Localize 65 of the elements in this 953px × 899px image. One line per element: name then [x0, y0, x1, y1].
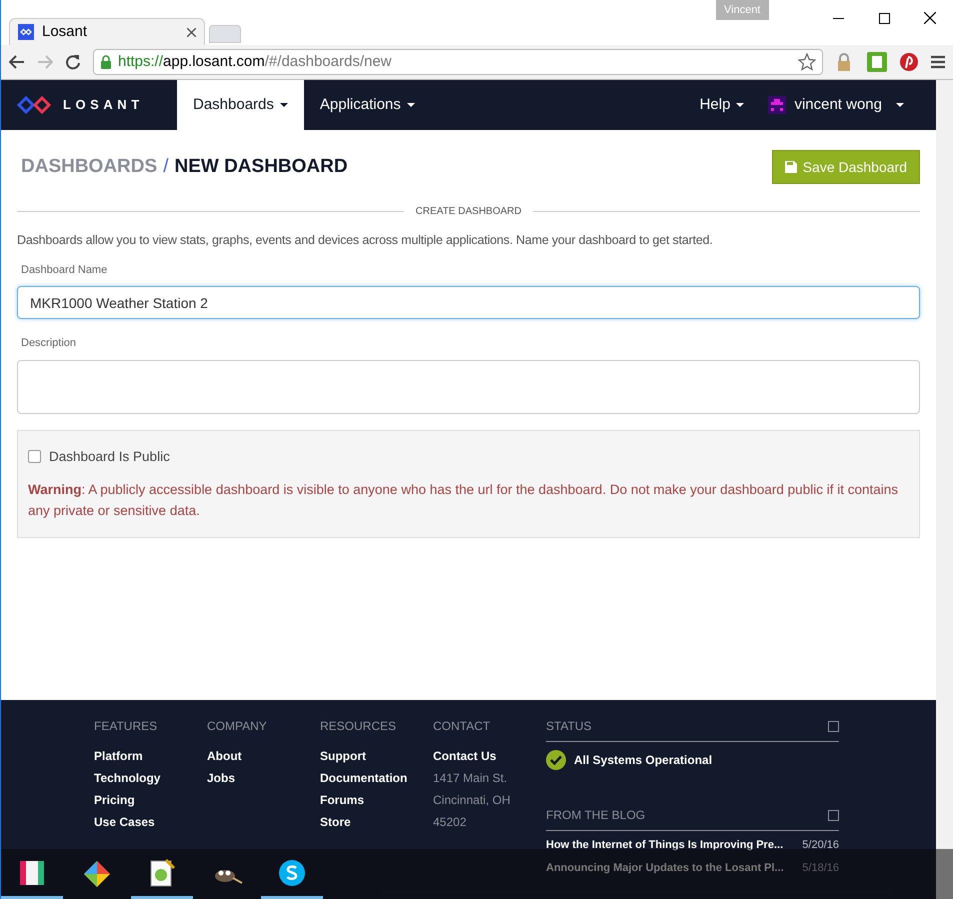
warning-text: Warning: A publicly accessible dashboard is visible to anyone who has the url for the dashboard. Do not make your dashboard public if it contains any private or sensitive data. — [28, 481, 899, 520]
breadcrumb-separator: / — [163, 154, 168, 179]
user-avatar-icon — [768, 96, 786, 114]
footer-heading: FEATURES — [94, 718, 158, 735]
nav-menu[interactable]: Dashboards — [177, 80, 304, 130]
field-label: Description — [20, 336, 78, 352]
footer-heading: COMPANY — [207, 718, 268, 735]
tab-favicon-icon — [18, 24, 34, 40]
scrollbar[interactable] — [936, 80, 953, 899]
status-message: All Systems Operational — [574, 752, 712, 769]
footer-link[interactable]: Platform — [94, 747, 207, 769]
caret-icon — [280, 103, 288, 107]
field-label: Dashboard Name — [20, 262, 108, 278]
footer-link[interactable]: Contact Us — [433, 747, 546, 769]
footer-link[interactable]: Use Cases — [94, 813, 207, 835]
address-line: 45202 — [433, 814, 468, 831]
footer-link[interactable]: About — [207, 747, 320, 769]
footer-heading: STATUS — [546, 718, 592, 735]
section-heading: CREATE DASHBOARD — [416, 205, 522, 219]
check-circle-icon — [546, 750, 566, 770]
public-checkbox[interactable] — [28, 450, 41, 464]
brand-name: LOSANT — [63, 96, 144, 114]
caret-icon — [896, 103, 904, 107]
footer-heading: RESOURCES — [320, 718, 398, 735]
checkbox-label: Dashboard Is Public — [49, 448, 170, 466]
nav-menu[interactable]: Applications — [304, 80, 431, 130]
browser-tab[interactable]: Losant — [9, 18, 205, 45]
logo-icon — [17, 95, 51, 115]
blog-post-date: 5/18/16 — [802, 860, 839, 876]
address-bar[interactable]: https://app.losant.com/#/dashboards/new — [93, 49, 823, 75]
blog-post-link[interactable]: How the Internet of Things Is Improving Pre... — [546, 837, 784, 854]
address-line: 1417 Main St. — [433, 770, 508, 787]
close-icon[interactable] — [924, 12, 936, 24]
footer-link[interactable]: Support — [320, 747, 433, 769]
footer-heading: FROM THE BLOG — [546, 807, 646, 824]
intro-text: Dashboards allow you to view stats, graphs, events and devices across multiple applications. Name your dashboard to get started. — [17, 232, 714, 249]
help-menu[interactable]: Help — [684, 94, 760, 116]
lock-icon — [100, 55, 112, 69]
description-input-field[interactable] — [17, 360, 920, 414]
page-title: NEW DASHBOARD — [174, 154, 348, 179]
footer-link[interactable]: Technology — [94, 769, 207, 791]
url-text: https://app.losant.com/#/dashboards/new — [118, 52, 393, 72]
caret-icon — [406, 103, 415, 107]
notepad-app-icon[interactable] — [148, 858, 176, 888]
close-tab-icon[interactable] — [187, 28, 196, 36]
address-line: Cincinnati, OH — [433, 792, 512, 809]
diamond-app-icon[interactable] — [82, 859, 112, 889]
footer-heading: CONTACT — [433, 718, 492, 735]
back-icon[interactable] — [9, 55, 25, 69]
star-icon[interactable] — [798, 53, 816, 71]
pin-extension-icon[interactable] — [899, 52, 919, 72]
tab-title: Losant — [42, 22, 88, 42]
footer-link[interactable]: Pricing — [94, 791, 207, 813]
caret-icon — [736, 103, 744, 107]
blog-post-date: 5/20/16 — [802, 838, 839, 853]
menu-icon[interactable] — [931, 55, 945, 69]
footer-link[interactable]: Forums — [320, 791, 433, 813]
footer-link[interactable]: Store — [320, 813, 433, 835]
name-input-field[interactable]: MKR1000 Weather Station 2 — [17, 286, 920, 320]
printer-extension-icon[interactable] — [867, 52, 887, 72]
blog-post-link[interactable]: Announcing Major Updates to the Losant Pl... — [546, 860, 784, 876]
user-menu[interactable]: vincent wong — [760, 94, 936, 116]
reload-icon[interactable] — [65, 54, 81, 70]
footer-link[interactable]: Jobs — [207, 769, 320, 791]
footer-link[interactable]: Documentation — [320, 769, 433, 791]
